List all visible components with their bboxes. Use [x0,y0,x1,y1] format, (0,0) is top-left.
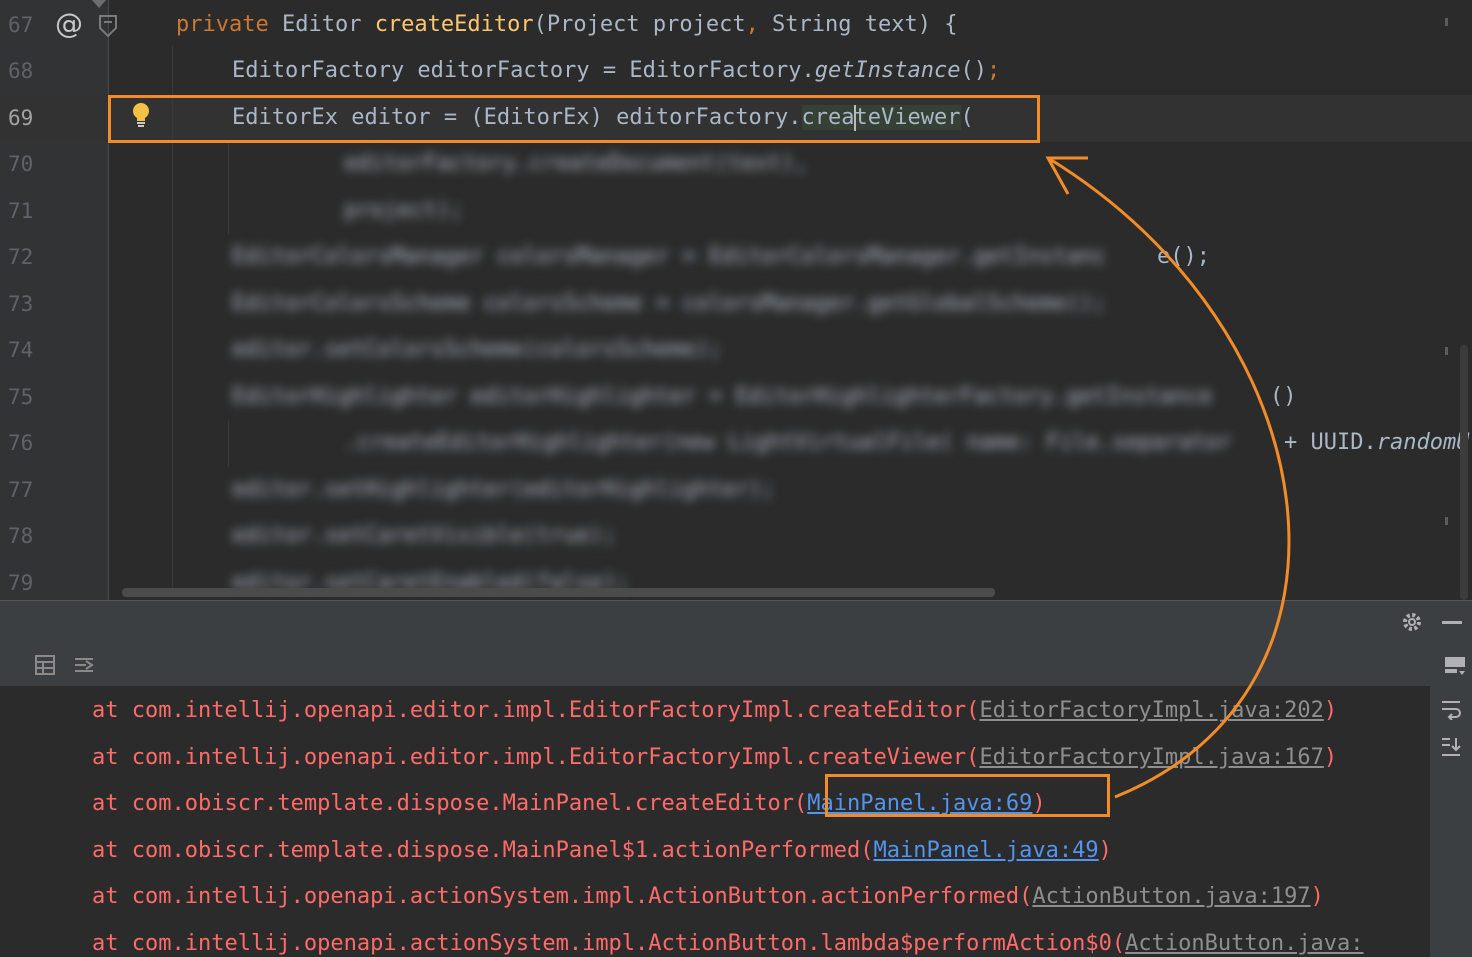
source-location[interactable]: EditorFactoryImpl.java:167 [979,745,1323,770]
code-line-67[interactable]: private Editor createEditor(Project proj… [176,2,958,49]
method-call: getInstance [814,58,961,83]
stack-frame-text: at com.obiscr.template.dispose.MainPanel… [92,791,808,817]
blurred-text: editor.setCaretVisible(true); [232,523,617,548]
line-number[interactable]: 76 [8,420,48,467]
comma: , [745,12,759,37]
line-number[interactable]: 74 [8,327,48,374]
gear-icon[interactable] [1401,611,1423,633]
params: (Project project [533,12,746,37]
run-toolbar [0,643,1472,686]
code-fragment: + UUID. [1284,430,1377,455]
stack-trace-line[interactable]: at com.intellij.openapi.actionSystem.imp… [92,874,1324,921]
blurred-text: EditorColorsManager colorsManager = Edit… [232,244,1107,269]
code-editor[interactable]: 67 68 69 70 71 72 73 74 75 76 77 78 79 @… [0,0,1472,600]
source-location[interactable]: ActionButton.java:197 [1032,884,1310,909]
layout-icon[interactable] [1444,655,1466,677]
blurred-text: .createEditorHighlighter(new LightVirtua… [344,430,1232,455]
params: String text) { [758,12,958,37]
blurred-code-line: .createEditorHighlighter(new LightVirtua… [344,420,1231,467]
code-fragment: e(); [1157,244,1210,269]
vertical-scrollbar[interactable] [1460,345,1468,600]
minimize-icon[interactable] [1442,621,1462,624]
code-fragment: () [1270,384,1297,409]
return-type: Editor [268,12,375,37]
stack-frame-text: at com.intellij.openapi.actionSystem.imp… [92,931,1126,956]
semicolon: ; [987,58,1001,83]
line-number[interactable]: 78 [8,513,48,560]
code-line-68[interactable]: EditorFactory editorFactory = EditorFact… [232,48,1000,95]
line-number[interactable]: 79 [8,560,48,600]
stack-frame-text: at com.intellij.openapi.editor.impl.Edit… [92,744,980,770]
stack-frame-text: at com.intellij.openapi.actionSystem.imp… [92,884,1033,910]
blurred-text: editor.setColorsScheme(colorsScheme); [232,337,723,362]
gutter-divider [108,0,109,600]
line-number[interactable]: 68 [8,48,48,95]
stack-trace-line[interactable]: at com.intellij.openapi.editor.impl.Edit… [92,735,1337,782]
stack-trace-line[interactable]: at com.intellij.openapi.editor.impl.Edit… [92,688,1337,735]
declaration: EditorFactory editorFactory = EditorFact… [232,58,815,83]
code-line-72-visible[interactable]: e(); [1157,234,1210,281]
line-number[interactable]: 75 [8,374,48,421]
code-line-75-visible[interactable]: () [1270,374,1297,421]
scroll-to-end-icon[interactable] [1440,736,1462,758]
close-paren: ) [1323,744,1338,770]
line-number[interactable]: 67 [8,2,48,49]
console-output[interactable]: at com.intellij.openapi.editor.impl.Edit… [0,686,1430,957]
blurred-code-line: EditorColorsScheme colorsScheme = colors… [232,281,1106,328]
at-sign-icon[interactable]: @ [55,8,83,40]
close-paren: ) [1098,837,1112,863]
blurred-code-line: editor.setColorsScheme(colorsScheme); [232,327,722,374]
scroll-marker[interactable] [1445,347,1448,355]
blurred-code-line: editorFactory.createDocument(text), [344,141,808,188]
blurred-code-line: editor.setCaretVisible(true); [232,513,616,560]
close-paren: ) [1323,698,1338,723]
blurred-code-line: editor.setHighlighter(editorHighlighter)… [232,467,775,514]
blurred-text: editorFactory.createDocument(text), [344,151,808,176]
code-line-76-visible[interactable]: + UUID.randomU [1284,420,1469,467]
horizontal-scrollbar[interactable] [122,588,995,597]
stack-frame-text: at com.obiscr.template.dispose.MainPanel… [92,837,874,863]
line-number[interactable]: 73 [8,281,48,328]
diff-icon[interactable] [74,655,94,675]
blurred-text: editor.setHighlighter(editorHighlighter)… [232,477,776,502]
run-tool-window-header [0,600,1472,644]
blurred-code-line: EditorColorsManager colorsManager = Edit… [232,234,1106,281]
source-link[interactable]: MainPanel.java:49 [873,838,1098,863]
line-number[interactable]: 77 [8,467,48,514]
source-location[interactable]: ActionButton.java: [1125,931,1363,956]
stack-frame-text: at com.intellij.openapi.editor.impl.Edit… [92,698,980,723]
indent-guide [228,420,229,467]
override-icon[interactable] [98,12,118,40]
scroll-marker[interactable] [1445,517,1448,525]
source-location[interactable]: EditorFactoryImpl.java:202 [979,698,1323,723]
method-name: createEditor [374,12,534,37]
indent-guide [228,142,229,235]
line-number[interactable]: 71 [8,188,48,235]
close-paren: ) [1310,884,1324,910]
stack-trace-line[interactable]: at com.intellij.openapi.actionSystem.imp… [92,921,1364,957]
blurred-text: EditorHighlighter editorHighlighter = Ed… [232,384,1213,409]
blurred-code-line: project); [344,188,463,235]
soft-wrap-icon[interactable] [1440,698,1462,720]
run-gutter-icon[interactable] [92,0,106,10]
line-number-current[interactable]: 69 [8,95,48,142]
blurred-text: project); [344,198,464,223]
console-side-toolbar [1430,686,1472,957]
blurred-code-line: EditorHighlighter editorHighlighter = Ed… [232,374,1212,421]
parens: () [960,58,988,83]
annotation-highlight-box [108,95,1040,143]
method-call: randomU [1376,430,1470,455]
annotation-highlight-box [825,774,1110,817]
keyword: private [176,12,269,37]
line-number[interactable]: 72 [8,234,48,281]
blurred-text: EditorColorsScheme colorsScheme = colors… [232,291,1107,316]
table-icon[interactable] [35,655,55,675]
stack-trace-line[interactable]: at com.obiscr.template.dispose.MainPanel… [92,828,1112,875]
scroll-marker[interactable] [1445,18,1448,26]
line-number[interactable]: 70 [8,141,48,188]
